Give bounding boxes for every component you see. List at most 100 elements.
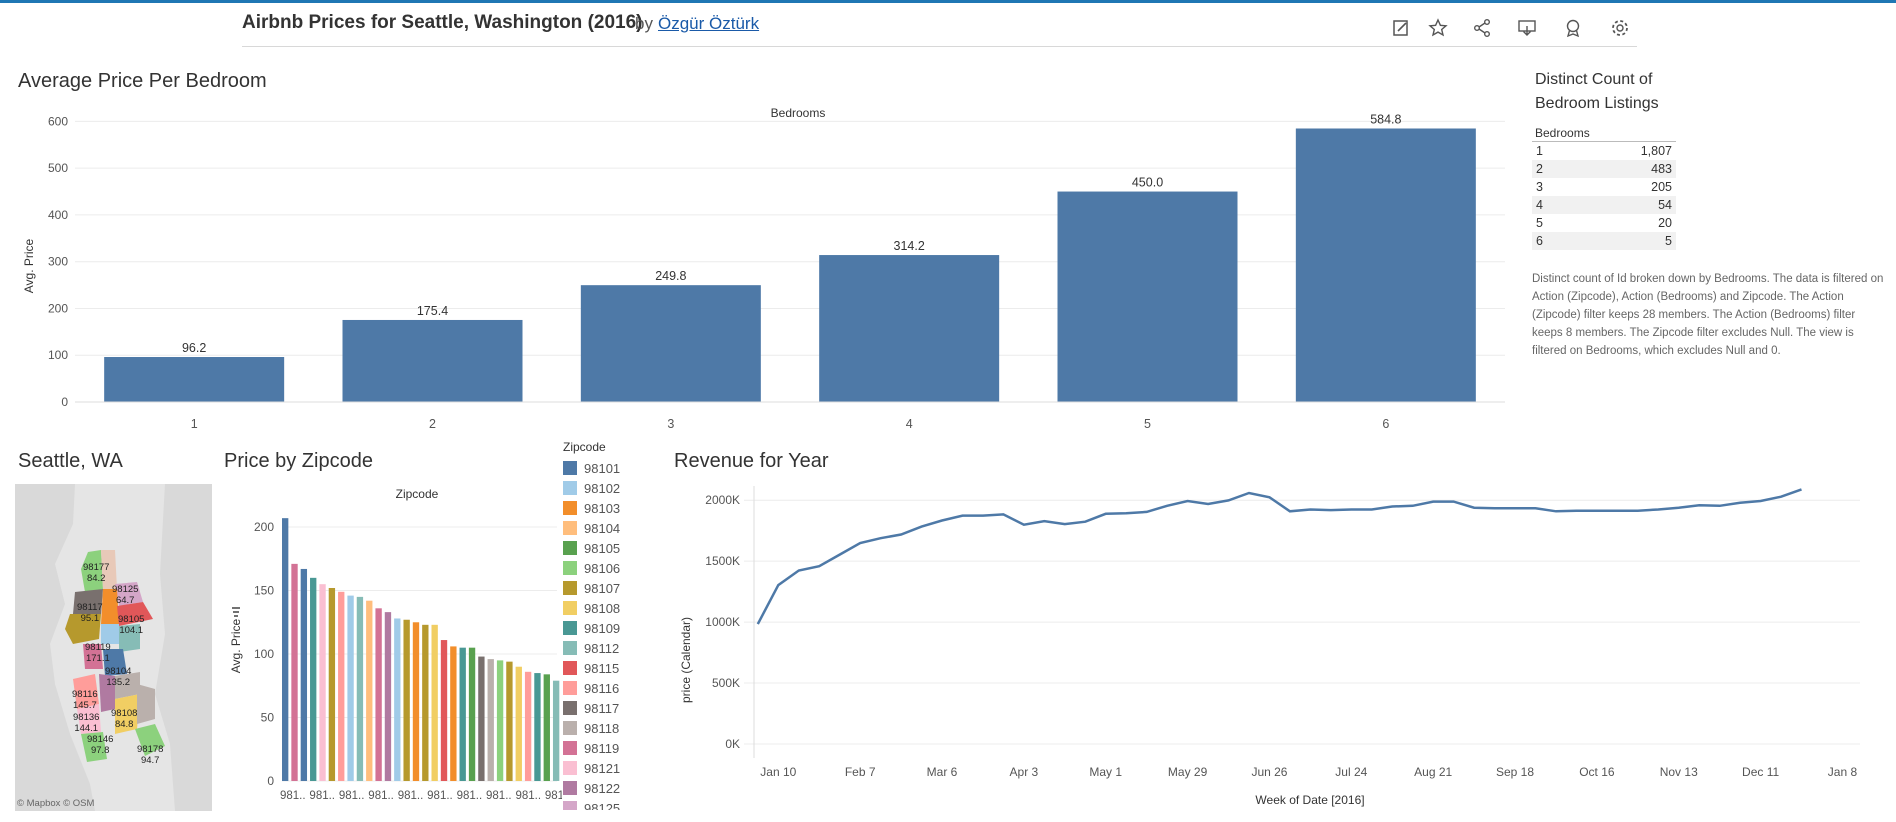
zipcode-bar[interactable] [422,624,429,781]
zipcode-bar[interactable] [440,640,448,781]
zipcode-bar[interactable] [394,618,401,781]
map-zip-price: 84.8 [114,719,134,730]
legend-swatch [563,581,577,595]
author-link[interactable]: Özgür Öztürk [658,14,759,34]
legend-item[interactable]: 98107 [563,578,653,598]
zipcode-bar[interactable] [347,595,354,781]
zipcode-bar[interactable] [300,568,308,781]
bedroom-bar[interactable] [1295,128,1476,402]
map-zip-label[interactable]: 98119 171.1 [85,642,111,664]
zipcode-bar[interactable] [282,518,289,781]
bedroom-bar[interactable] [342,319,523,402]
zipcode-bar[interactable] [375,608,382,781]
legend-item[interactable]: 98116 [563,678,653,698]
y-tick-label: 400 [48,208,68,222]
zipcode-bar[interactable] [431,624,438,781]
map-zip-label[interactable]: 98105 104.1 [118,614,144,636]
x-tick-label: 981.. [486,790,512,802]
table-row[interactable]: 2 483 [1532,160,1676,178]
map-zip-label[interactable]: 98104 135.2 [105,666,131,688]
zipcode-bar[interactable] [487,659,494,781]
x-tick-label: Apr 3 [1010,765,1039,779]
revenue-line[interactable] [756,488,1802,625]
legend-item[interactable]: 98101 [563,458,653,478]
zipcode-bar[interactable] [515,666,522,781]
legend-item[interactable]: 98117 [563,698,653,718]
legend-swatch [563,741,577,755]
zipcode-bar[interactable] [478,656,485,781]
bedroom-bar[interactable] [580,285,761,402]
zipcode-bar[interactable] [534,673,541,781]
table-row[interactable]: 4 54 [1532,196,1676,214]
zipcode-bar[interactable] [506,661,513,781]
x-tick-label: Dec 11 [1742,765,1779,779]
legend-swatch [563,621,577,635]
revenue-chart-title: Revenue for Year [674,450,829,472]
map-attribution[interactable]: © Mapbox © OSM [17,798,94,809]
table-row[interactable]: 1 1,807 [1532,142,1676,161]
legend-item[interactable]: 98119 [563,738,653,758]
sort-icon[interactable] [232,607,240,617]
zipcode-bar[interactable] [552,680,560,781]
legend-item[interactable]: 98106 [563,558,653,578]
legend-item[interactable]: 98112 [563,638,653,658]
x-tick-label: 2 [429,417,436,431]
zipcode-bar[interactable] [310,577,317,781]
zipcode-bar[interactable] [450,646,457,781]
legend-item[interactable]: 98122 [563,778,653,798]
zipcode-bar[interactable] [496,660,504,781]
zipcode-bar[interactable] [356,596,364,781]
legend-swatch [563,761,577,775]
legend-item[interactable]: 98121 [563,758,653,778]
zipcode-bar[interactable] [403,619,410,781]
zipcode-bar[interactable] [338,591,345,781]
bedroom-bar[interactable] [1057,191,1238,402]
legend-item[interactable]: 98109 [563,618,653,638]
download-icon[interactable] [1513,14,1541,42]
zipcode-bar[interactable] [412,622,420,781]
legend-swatch [563,501,577,515]
table-row[interactable]: 3 205 [1532,178,1676,196]
legend-label: 98104 [584,520,621,536]
x-tick-label: 981.. [457,790,483,802]
legend-item[interactable]: 98108 [563,598,653,618]
zipcode-bar[interactable] [543,674,550,781]
badge-icon[interactable] [1559,14,1587,42]
legend-item[interactable]: 98105 [563,538,653,558]
zipcode-bar[interactable] [459,647,466,781]
zipcode-bar[interactable] [328,587,336,781]
count-table-note: Distinct count of Id broken down by Bedr… [1532,273,1884,357]
bedroom-bar[interactable] [104,357,285,402]
map-zip-label[interactable]: 98136 144.1 [73,712,99,734]
map-zip-label[interactable]: 98108 84.8 [111,708,137,730]
bedroom-bar[interactable] [819,255,1000,402]
zipcode-bar[interactable] [291,563,298,781]
map-zip-label[interactable]: 98125 64.7 [112,584,138,606]
table-row[interactable]: 65 [1532,232,1676,250]
map-zip-label[interactable]: 98146 97.8 [87,734,113,756]
zipcode-bar[interactable] [524,671,532,781]
map-zip-label[interactable]: 98116 145.7 [72,689,98,711]
legend-item[interactable]: 98103 [563,498,653,518]
map-zip-label[interactable]: 98177 84.2 [83,562,109,584]
legend-swatch [563,681,577,695]
gear-icon[interactable] [1606,14,1634,42]
seattle-map[interactable]: 98177 84.2 98125 64.7 98117 95.1 98105 104.1 981… [15,484,212,811]
table-row[interactable]: 5 20 [1532,214,1676,232]
top-accent-bar [0,0,1896,3]
zipcode-bar[interactable] [319,584,326,781]
star-icon[interactable] [1424,14,1452,42]
edit-icon[interactable] [1387,14,1415,42]
legend-item[interactable]: 98104 [563,518,653,538]
zipcode-bar[interactable] [384,612,392,781]
zipcode-legend: Zipcode 98101 98102 98103 98104 98105 98106 98… [563,440,653,810]
share-icon[interactable] [1468,14,1496,42]
map-zip-label[interactable]: 98117 95.1 [77,602,103,624]
zipcode-bar[interactable] [468,647,476,781]
legend-item[interactable]: 98102 [563,478,653,498]
legend-item[interactable]: 98118 [563,718,653,738]
map-zip-label[interactable]: 98178 94.7 [137,744,163,766]
legend-item[interactable]: 98115 [563,658,653,678]
legend-item[interactable]: 98125 [563,798,653,810]
zipcode-bar[interactable] [366,600,373,781]
